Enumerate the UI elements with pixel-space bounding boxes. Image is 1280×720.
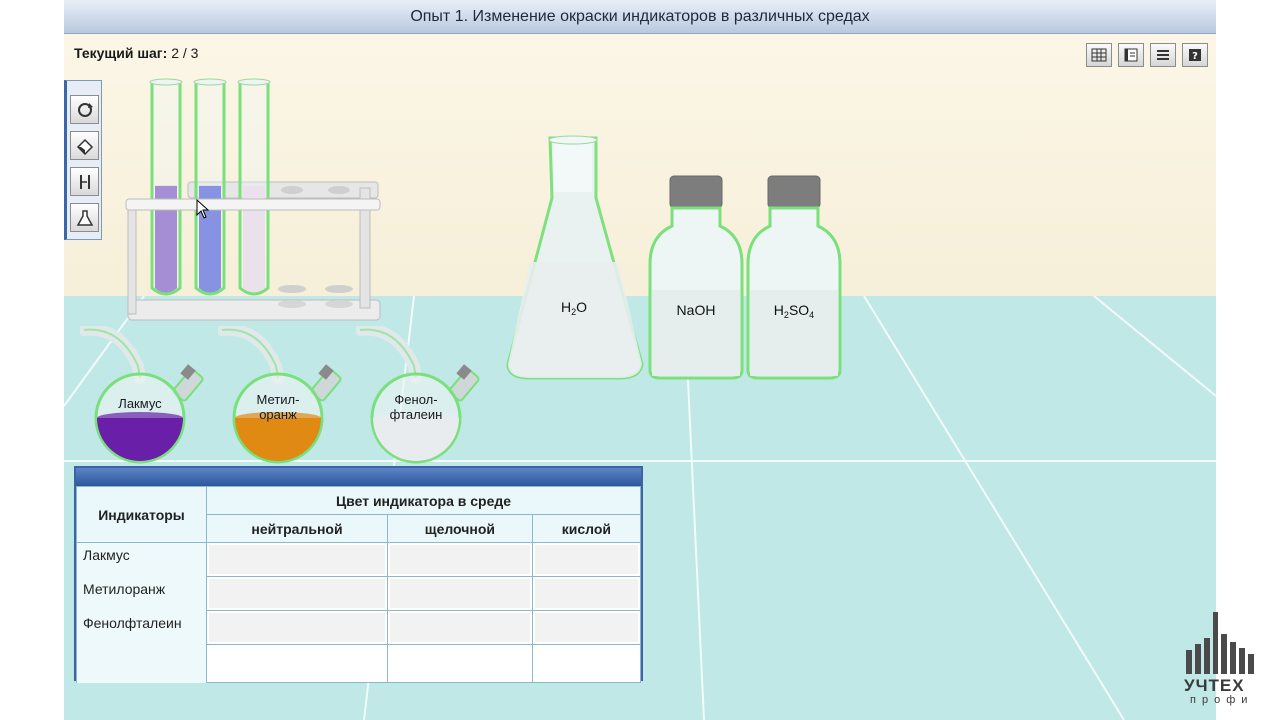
h2so4-label-sub2: 4 (809, 310, 814, 320)
cell-empty-3 (531, 644, 642, 683)
table-button[interactable] (1086, 43, 1112, 67)
cell-empty-2 (387, 644, 533, 683)
row-litmus: Лакмус (76, 542, 207, 577)
table-header-bar (76, 468, 641, 486)
step-label: Текущий шаг: (74, 45, 168, 61)
logo-subtext: профи (1190, 694, 1254, 706)
tube-glass (150, 80, 182, 296)
test-tube-1[interactable] (149, 78, 183, 296)
test-tube-3[interactable] (237, 78, 271, 296)
water-label-h: H (561, 299, 571, 315)
svg-text:H2SO4: H2SO4 (774, 302, 814, 320)
tube-rim (193, 78, 227, 86)
cell-phenol-alkaline[interactable] (387, 610, 533, 645)
step-value: 2 / 3 (171, 45, 199, 61)
cell-litmus-neutral[interactable] (205, 542, 389, 577)
results-table-panel: Индикаторы Цвет индикатора в среде нейтр… (74, 466, 643, 683)
indicator-label-line1: Лакмус (118, 396, 162, 411)
indicator-label-line2: оранж (259, 407, 297, 422)
test-tube-2[interactable] (193, 78, 227, 296)
cell-phenol-acid[interactable] (531, 610, 642, 645)
cell-phenol-neutral[interactable] (205, 610, 389, 645)
indicator-flask-label: Метил-оранж (218, 392, 338, 422)
col-indicators: Индикаторы (76, 486, 207, 543)
tube-rim (149, 78, 183, 86)
indicator-flask-label: Фенол-фталеин (356, 392, 476, 422)
indicator-flask-2[interactable]: Метил-оранж (216, 323, 358, 466)
top-toolbar: ? (1086, 43, 1208, 67)
row-empty (76, 644, 207, 683)
cell-methyl-alkaline[interactable] (387, 576, 533, 611)
cell-litmus-acid[interactable] (531, 542, 642, 577)
row-methyl-orange: Метилоранж (76, 576, 207, 611)
table-row: Фенолфталеин (76, 610, 642, 645)
water-flask[interactable]: H2O (500, 132, 650, 382)
row-phenolphthalein: Фенолфталеин (76, 610, 207, 645)
table-icon (1091, 48, 1107, 62)
journal-icon (1124, 48, 1138, 62)
flask-tool-button[interactable] (70, 203, 99, 232)
naoh-label: NaOH (677, 302, 716, 318)
eraser-button[interactable] (70, 131, 99, 160)
water-label-o: O (576, 299, 587, 315)
help-button[interactable]: ? (1182, 43, 1208, 67)
h2so4-label-so: SO (789, 302, 809, 318)
col-group-header: Цвет индикатора в среде (206, 486, 641, 515)
indicator-flask-label: Лакмус (80, 396, 200, 411)
reset-button[interactable] (70, 95, 99, 124)
left-toolbar (64, 80, 102, 240)
tube-tool-icon (79, 174, 90, 189)
tube-rim (237, 78, 271, 86)
list-button[interactable] (1150, 43, 1176, 67)
indicator-label-line1: Фенол- (394, 392, 438, 407)
col-alkaline: щелочной (387, 514, 533, 543)
results-table: Индикаторы Цвет индикатора в среде нейтр… (76, 486, 642, 683)
col-acid: кислой (531, 514, 642, 543)
test-tube-rack (125, 78, 381, 321)
reset-icon (77, 102, 93, 117)
table-row: Лакмус (76, 542, 642, 577)
eraser-icon (76, 138, 93, 155)
indicator-flask-1[interactable]: Лакмус (78, 323, 220, 466)
svg-text:?: ? (1192, 51, 1198, 62)
table-row (76, 644, 642, 683)
current-step: Текущий шаг: 2 / 3 (74, 45, 198, 61)
indicator-label-line1: Метил- (256, 392, 300, 407)
col-neutral: нейтральной (205, 514, 389, 543)
journal-button[interactable] (1118, 43, 1144, 67)
h2so4-label-h: H (774, 302, 784, 318)
tube-glass (238, 80, 270, 296)
cell-methyl-neutral[interactable] (205, 576, 389, 611)
test-tubes (149, 78, 271, 296)
tube-tool-button[interactable] (70, 167, 99, 196)
indicator-flask-3[interactable]: Фенол-фталеин (354, 323, 496, 466)
app-window: Опыт 1. Изменение окраски индикаторов в … (64, 0, 1216, 720)
cell-litmus-alkaline[interactable] (387, 542, 533, 577)
indicator-label-line2: фталеин (389, 407, 443, 422)
cell-empty-1 (205, 644, 389, 683)
naoh-bottle[interactable]: NaOH (648, 174, 746, 384)
tube-glass (194, 80, 226, 296)
window-title: Опыт 1. Изменение окраски индикаторов в … (64, 0, 1216, 34)
cell-methyl-acid[interactable] (531, 576, 642, 611)
flask-tool-icon (76, 209, 93, 226)
help-icon: ? (1189, 49, 1201, 62)
mouse-cursor-icon (196, 199, 210, 219)
table-row: Метилоранж (76, 576, 642, 611)
logo-text: УЧТЕХ (1184, 676, 1245, 695)
h2so4-bottle[interactable]: H2SO4 (746, 174, 844, 384)
list-icon (1157, 50, 1169, 60)
